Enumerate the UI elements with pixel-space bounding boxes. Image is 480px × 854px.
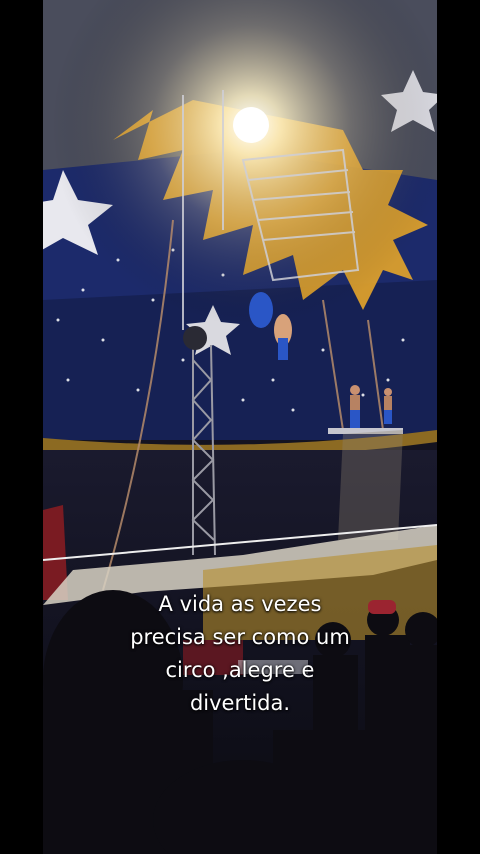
caption-overlay: A vida as vezes precisa ser como um circ… [43, 588, 437, 720]
caption-line: divertida. [189, 691, 291, 715]
caption-line: precisa ser como um [130, 625, 350, 649]
circus-photo [43, 0, 437, 854]
caption-line: circo ,alegre e [165, 658, 315, 682]
video-frame: A vida as vezes precisa ser como um circ… [0, 0, 480, 854]
caption-line: A vida as vezes [158, 592, 322, 616]
